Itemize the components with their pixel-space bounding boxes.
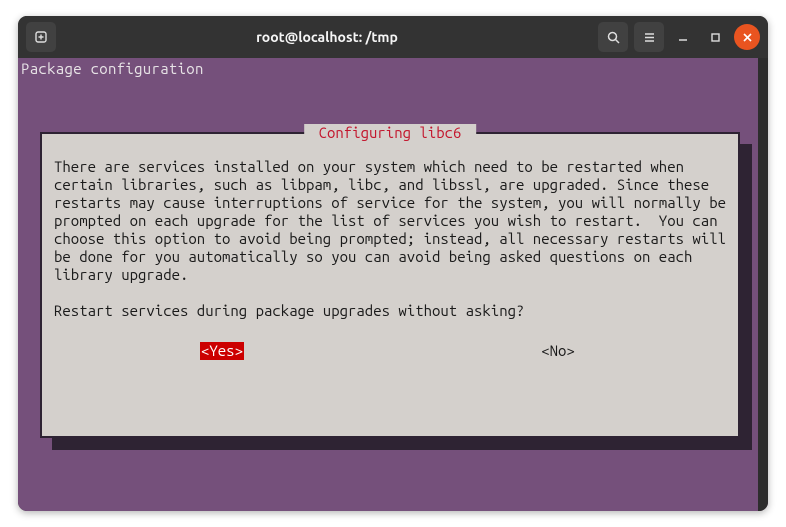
- minimize-button[interactable]: [670, 24, 696, 50]
- maximize-icon: [710, 32, 721, 43]
- dialog-body: There are services installed on your sys…: [54, 158, 726, 284]
- new-tab-button[interactable]: [26, 22, 56, 52]
- terminal-window: root@localhost: /tmp: [18, 16, 768, 511]
- package-config-header: Package configuration: [21, 60, 204, 78]
- search-icon: [606, 30, 621, 45]
- debconf-dialog: Configuring libc6 There are services ins…: [40, 132, 740, 438]
- new-tab-icon: [33, 29, 49, 45]
- dialog-question: Restart services during package upgrades…: [54, 302, 726, 320]
- menu-button[interactable]: [634, 22, 664, 52]
- minimize-icon: [677, 31, 689, 43]
- dialog-title: Configuring libc6: [304, 124, 476, 142]
- no-button[interactable]: <No>: [541, 342, 575, 360]
- scrollbar[interactable]: [758, 58, 768, 511]
- window-title: root@localhost: /tmp: [56, 29, 598, 45]
- search-button[interactable]: [598, 22, 628, 52]
- close-icon: [742, 32, 753, 43]
- maximize-button[interactable]: [702, 24, 728, 50]
- terminal-viewport[interactable]: Package configuration Configuring libc6 …: [18, 58, 768, 511]
- hamburger-icon: [642, 30, 657, 45]
- close-button[interactable]: [734, 24, 760, 50]
- yes-button[interactable]: <Yes>: [200, 342, 244, 360]
- dialog-buttons: <Yes> <No>: [54, 342, 726, 360]
- titlebar: root@localhost: /tmp: [18, 16, 768, 58]
